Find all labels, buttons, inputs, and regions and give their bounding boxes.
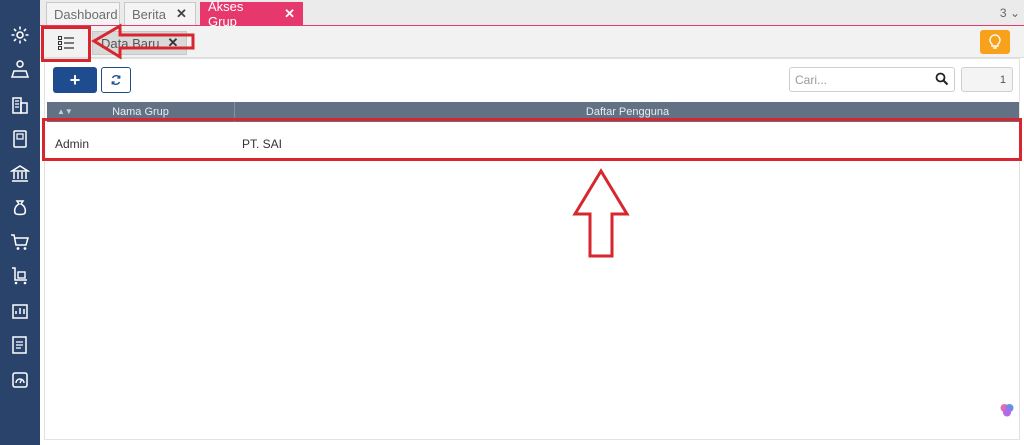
grid-header: ▲▼ Nama Grup Daftar Pengguna [47,102,1019,122]
cart-box-icon[interactable] [9,265,31,287]
report-icon[interactable] [9,300,31,322]
subtab-label: Data Baru [101,35,160,51]
tab-count-dropdown[interactable]: 3 ⌄ [1000,6,1020,20]
gauge-icon[interactable] [9,369,31,391]
subtab-data-baru[interactable]: Data Baru ✕ [92,31,188,55]
table-row[interactable]: Admin PT. SAI [47,129,1019,159]
tab-akses-grup[interactable]: Akses Grup ✕ [200,0,303,29]
search-input[interactable] [790,68,930,91]
tab-label: Akses Grup [208,0,244,29]
refresh-button[interactable] [101,67,131,93]
chevron-down-icon: ⌄ [1009,6,1020,20]
tax-doc-icon[interactable] [9,334,31,356]
left-sidebar [0,0,40,445]
tab-label: Dashboard [54,6,118,22]
cart-icon[interactable] [9,231,31,253]
column-label: Daftar Pengguna [585,106,670,118]
page-number: 1 [999,73,1006,86]
money-bag-icon[interactable] [9,197,31,219]
column-header-nama-grup[interactable]: ▲▼ Nama Grup [47,102,235,122]
subtab-bar: Data Baru ✕ [40,26,1024,58]
search-box [789,67,955,92]
tab-dashboard[interactable]: Dashboard [46,2,120,25]
book-icon[interactable] [9,128,31,150]
tab-label: Berita [132,6,166,22]
main-panel: + 1 ▲▼ Nama Grup Daftar Pengguna Admin P… [44,58,1020,440]
column-header-daftar-pengguna[interactable]: Daftar Pengguna [236,102,1019,122]
close-icon[interactable]: ✕ [284,6,295,22]
tab-bar: Dashboard Berita ✕ Akses Grup ✕ 3 ⌄ [40,0,1024,29]
lightbulb-icon [989,34,1001,49]
tab-berita[interactable]: Berita ✕ [124,2,196,25]
brain-icon[interactable] [998,401,1016,419]
tab-count: 3 [999,6,1007,20]
close-icon[interactable]: ✕ [176,6,187,22]
cell-daftar-pengguna: PT. SAI [242,137,283,151]
close-icon[interactable]: ✕ [168,35,179,51]
column-label: Nama Grup [112,106,169,118]
user-desk-icon[interactable] [9,58,31,80]
sort-icon[interactable]: ▲▼ [57,107,73,116]
search-icon[interactable] [935,72,949,86]
gear-icon[interactable] [9,24,31,46]
help-button[interactable] [980,30,1010,54]
list-view-button[interactable] [46,30,86,56]
add-button[interactable]: + [53,67,97,93]
bank-icon[interactable] [9,163,31,185]
building-icon[interactable] [9,94,31,116]
plus-icon: + [69,69,81,90]
list-icon [58,36,74,50]
cell-nama-grup: Admin [55,137,90,151]
page-number-field[interactable]: 1 [961,67,1013,92]
refresh-icon [111,74,121,86]
